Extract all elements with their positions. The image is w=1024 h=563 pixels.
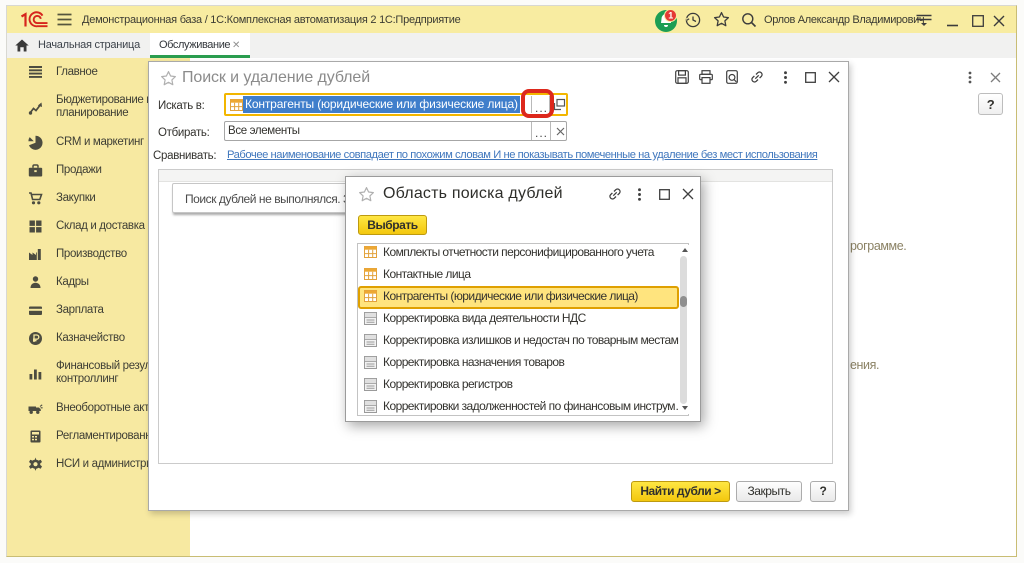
- svg-text:1: 1: [668, 11, 673, 21]
